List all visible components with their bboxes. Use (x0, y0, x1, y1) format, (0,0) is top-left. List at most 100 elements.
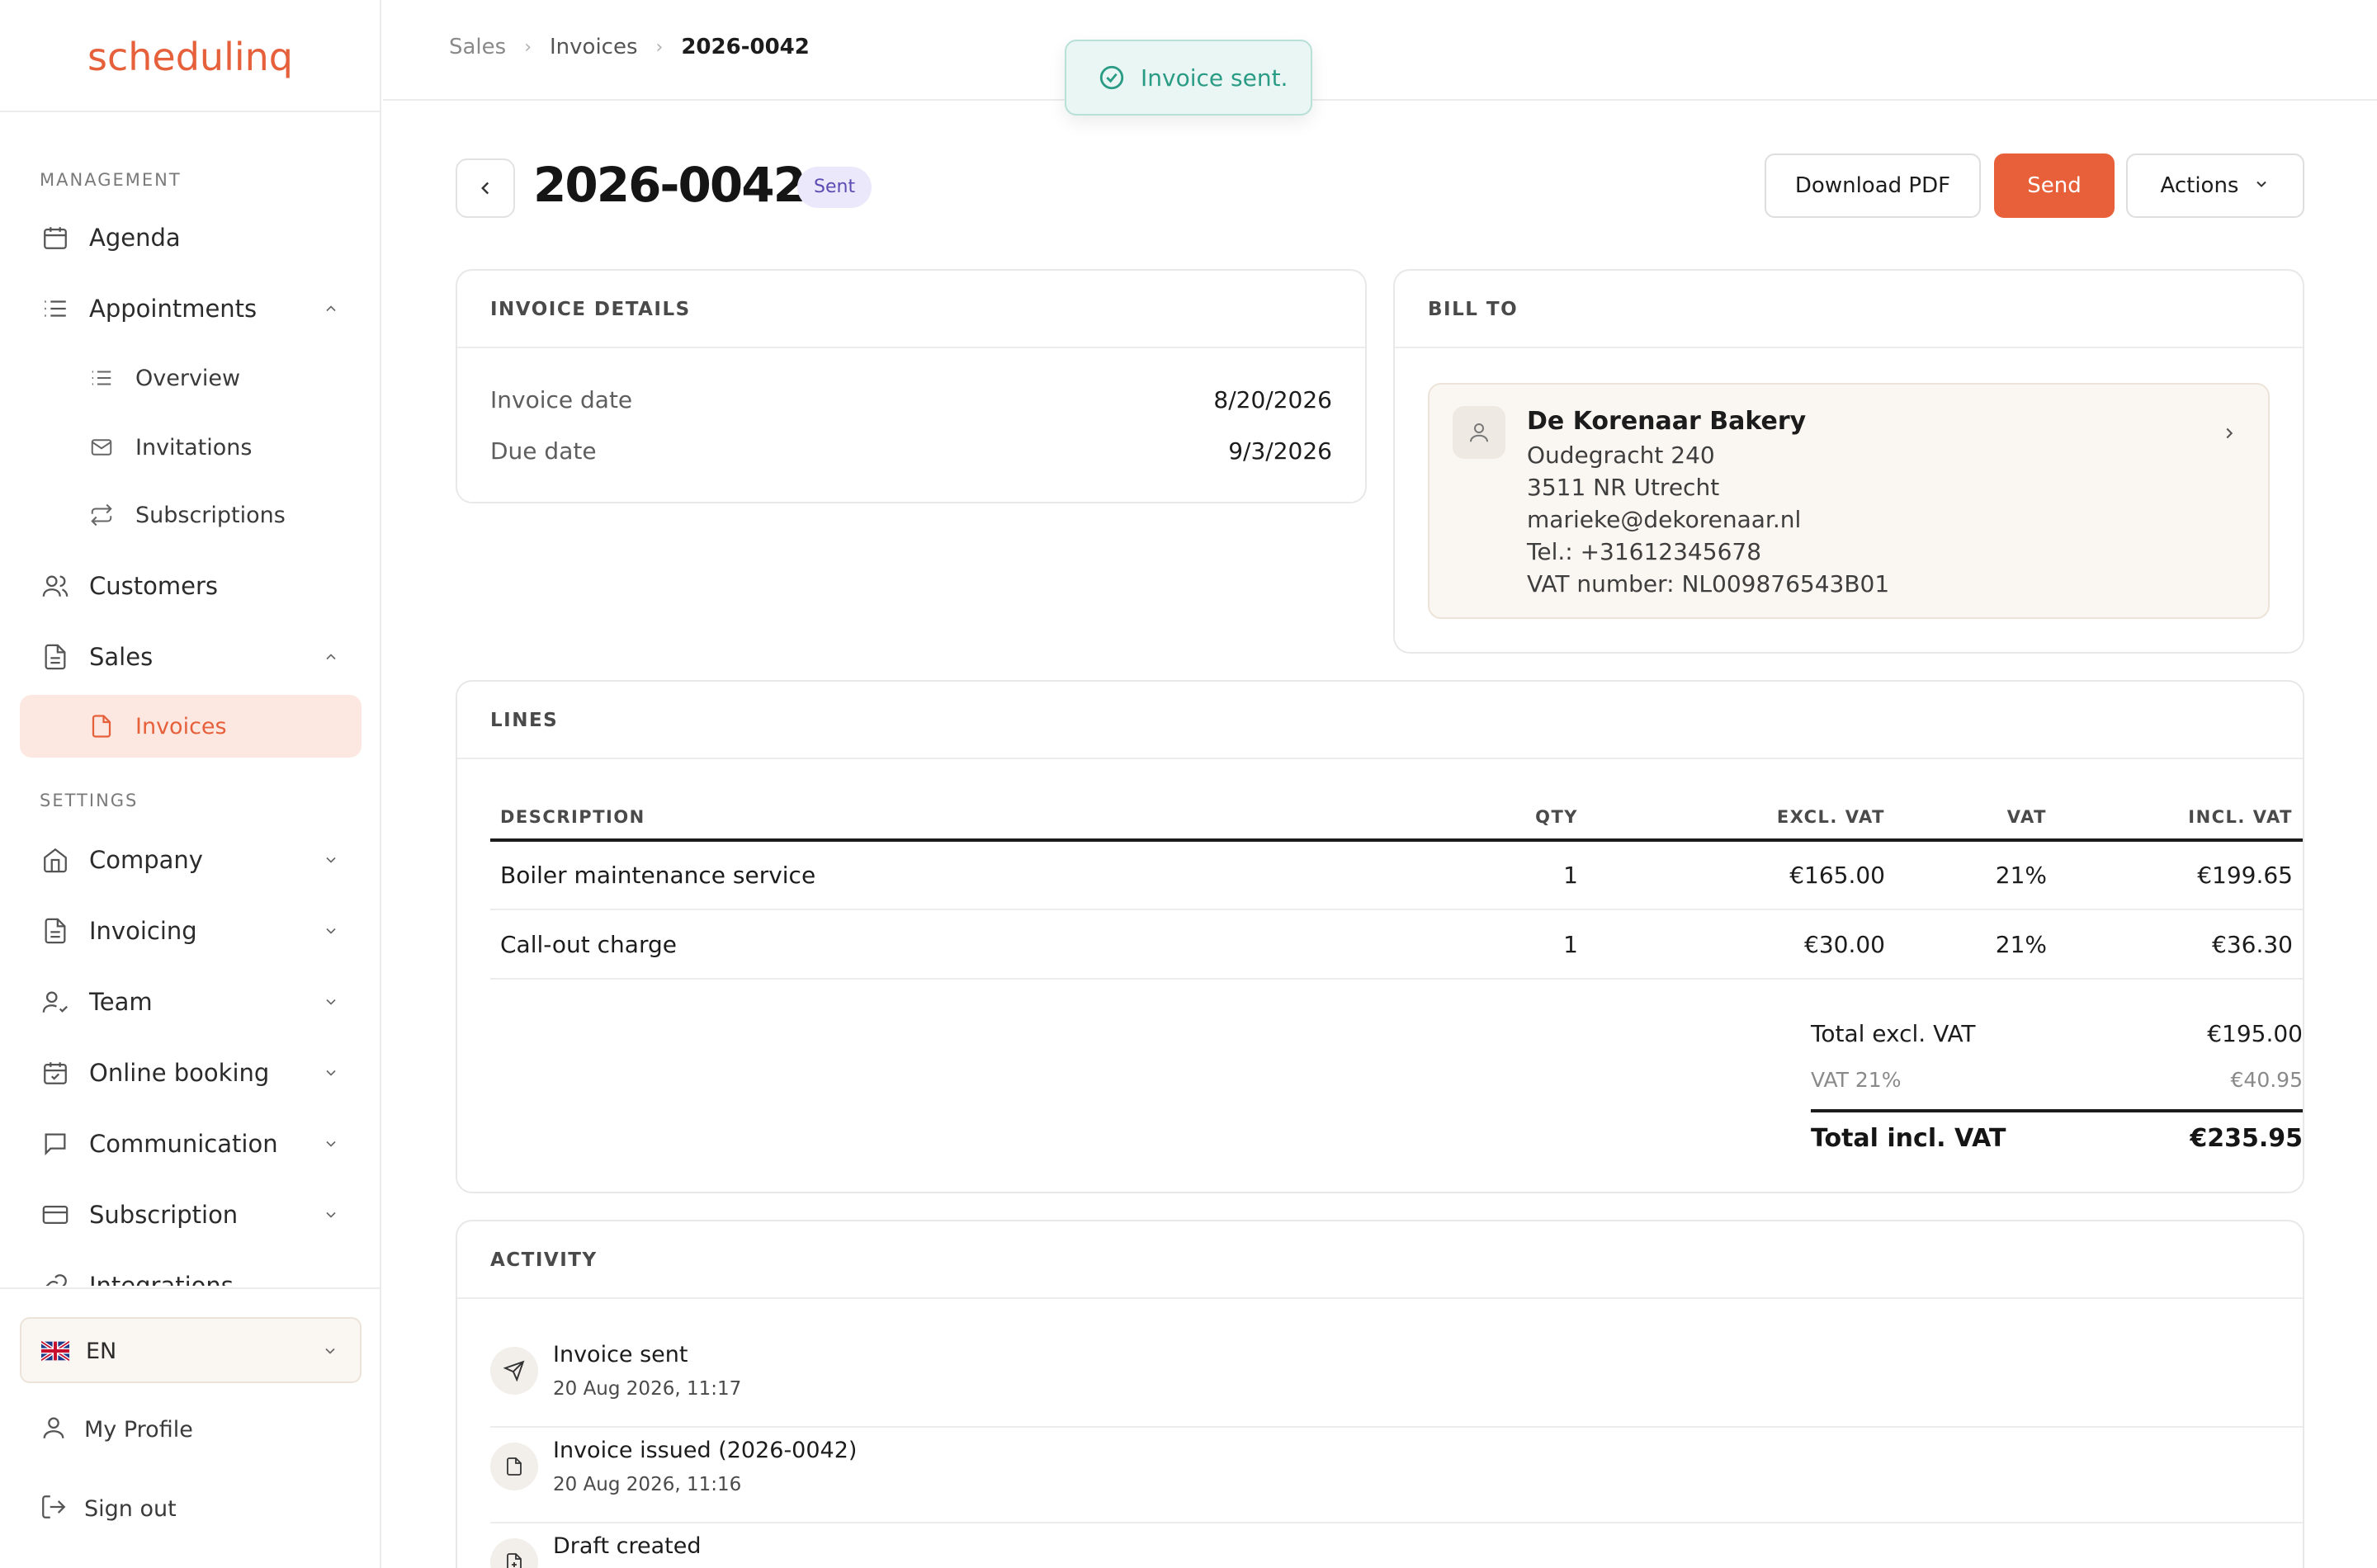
sidebar-item-label: Appointments (89, 295, 258, 323)
sign-out-icon (40, 1493, 68, 1524)
calendar-icon (40, 222, 71, 253)
chevron-right-icon: › (655, 36, 664, 58)
sidebar-item-label: Invoicing (89, 917, 197, 945)
chevron-down-icon (322, 851, 340, 869)
sidebar-item-company[interactable]: Company (20, 829, 362, 891)
calendar-check-icon (40, 1057, 71, 1089)
my-profile-label: My Profile (84, 1416, 193, 1443)
download-pdf-button[interactable]: Download PDF (1765, 153, 1981, 218)
sidebar-item-label: Integrations (89, 1272, 234, 1286)
line-excl-vat: €165.00 (1588, 840, 1895, 910)
repeat-icon (86, 499, 117, 531)
customer-phone: Tel.: +31612345678 (1527, 538, 1762, 565)
my-profile-link[interactable]: My Profile (40, 1413, 193, 1446)
card-header: ACTIVITY (457, 1221, 2303, 1299)
back-button[interactable] (456, 158, 515, 218)
activity-item: Invoice issued (2026-0042) 20 Aug 2026, … (490, 1428, 2303, 1523)
sidebar-item-customers[interactable]: Customers (20, 555, 362, 617)
customer-details: De Korenaar Bakery Oudegracht 240 3511 N… (1527, 404, 1889, 600)
table-row: Boiler maintenance service 1 €165.00 21%… (490, 840, 2303, 910)
users-icon (40, 570, 71, 602)
sidebar-item-online-booking[interactable]: Online booking (20, 1041, 362, 1104)
card-header: BILL TO (1395, 271, 2303, 348)
chevron-down-icon (322, 1064, 340, 1082)
line-vat: 21% (1895, 840, 2057, 910)
vat-label: VAT 21% (1811, 1068, 1902, 1092)
list-icon (86, 362, 117, 394)
activity-time: 20 Aug 2026, 11:16 (553, 1474, 742, 1495)
sign-out-link[interactable]: Sign out (40, 1492, 177, 1525)
uk-flag-icon (41, 1341, 69, 1361)
column-header-description: DESCRIPTION (490, 796, 1448, 842)
home-icon (40, 844, 71, 876)
customer-card[interactable]: De Korenaar Bakery Oudegracht 240 3511 N… (1428, 383, 2270, 619)
invoice-date-value: 8/20/2026 (1213, 386, 1332, 413)
activity-title: Draft created (553, 1533, 702, 1559)
chevron-up-icon (322, 300, 340, 318)
sidebar-item-appointments[interactable]: Appointments (20, 277, 362, 340)
breadcrumb-sales[interactable]: Sales (449, 35, 506, 59)
chevron-right-icon: › (524, 36, 532, 58)
sidebar-item-invitations[interactable]: Invitations (20, 416, 362, 479)
chevron-down-icon (2253, 173, 2270, 198)
card-title: INVOICE DETAILS (490, 299, 691, 320)
language-selector[interactable]: EN (20, 1317, 362, 1383)
card-title: BILL TO (1428, 299, 1519, 320)
column-header-qty: QTY (1448, 796, 1588, 842)
page-title: 2026-0042 (533, 157, 806, 213)
invoice-date-row: Invoice date 8/20/2026 (490, 386, 1332, 413)
sidebar-item-label: Sales (89, 643, 154, 671)
table-header-row: DESCRIPTION QTY EXCL. VAT VAT INCL. VAT (490, 796, 2303, 842)
user-icon (40, 1414, 68, 1445)
sidebar-item-label: Online booking (89, 1059, 270, 1087)
total-incl-vat-label: Total incl. VAT (1811, 1124, 2006, 1153)
breadcrumb-invoices[interactable]: Invoices (550, 35, 638, 59)
total-excl-vat-row: Total excl. VAT €195.00 (1811, 1020, 2303, 1047)
sidebar-item-sales[interactable]: Sales (20, 626, 362, 688)
line-qty: 1 (1448, 840, 1588, 910)
check-circle-icon (1099, 65, 1124, 90)
sidebar-item-label: Company (89, 846, 203, 874)
customer-email: marieke@dekorenaar.nl (1527, 506, 1802, 533)
actions-button[interactable]: Actions (2126, 153, 2304, 218)
line-incl-vat: €199.65 (2057, 840, 2303, 910)
toast-message: Invoice sent. (1141, 64, 1288, 92)
column-header-excl-vat: EXCL. VAT (1588, 796, 1895, 842)
card-title: ACTIVITY (490, 1249, 598, 1271)
sidebar-item-subscriptions[interactable]: Subscriptions (20, 484, 362, 546)
sidebar-item-label: Invitations (135, 434, 253, 460)
total-excl-vat-value: €195.00 (2207, 1020, 2303, 1047)
sidebar-item-subscription[interactable]: Subscription (20, 1183, 362, 1246)
send-button[interactable]: Send (1994, 153, 2115, 218)
sidebar-item-integrations[interactable]: Integrations (20, 1254, 362, 1286)
sidebar: schedulinq MANAGEMENT Agenda Appointment… (0, 0, 381, 1568)
sign-out-label: Sign out (84, 1495, 177, 1522)
section-heading-management: MANAGEMENT (40, 170, 182, 190)
chevron-down-icon (322, 1343, 338, 1363)
sidebar-item-invoicing[interactable]: Invoicing (20, 900, 362, 962)
line-excl-vat: €30.00 (1588, 909, 1895, 980)
activity-item: Draft created (490, 1523, 2303, 1568)
chevron-left-icon (481, 182, 489, 195)
line-qty: 1 (1448, 909, 1588, 980)
user-check-icon (40, 986, 71, 1018)
invoice-details-card: INVOICE DETAILS Invoice date 8/20/2026 D… (456, 269, 1367, 503)
total-incl-vat-row: Total incl. VAT €235.95 (1811, 1124, 2303, 1153)
sidebar-item-invoices[interactable]: Invoices (20, 695, 362, 758)
document-icon (490, 1443, 538, 1490)
sidebar-item-agenda[interactable]: Agenda (20, 206, 362, 269)
sidebar-item-overview[interactable]: Overview (20, 347, 362, 409)
app-logo[interactable]: schedulinq (87, 35, 293, 79)
sidebar-item-label: Agenda (89, 224, 181, 252)
customer-city: 3511 NR Utrecht (1527, 474, 1720, 501)
list-icon (40, 293, 71, 324)
lines-table: DESCRIPTION QTY EXCL. VAT VAT INCL. VAT … (490, 796, 2303, 980)
activity-title: Invoice issued (2026-0042) (553, 1438, 858, 1463)
document-icon (40, 641, 71, 673)
card-title: LINES (490, 710, 559, 731)
sidebar-item-team[interactable]: Team (20, 971, 362, 1033)
sidebar-item-communication[interactable]: Communication (20, 1112, 362, 1175)
due-date-row: Due date 9/3/2026 (490, 437, 1332, 465)
customer-name: De Korenaar Bakery (1527, 407, 1807, 436)
sidebar-scroll-clip: Integrations (0, 1238, 380, 1286)
